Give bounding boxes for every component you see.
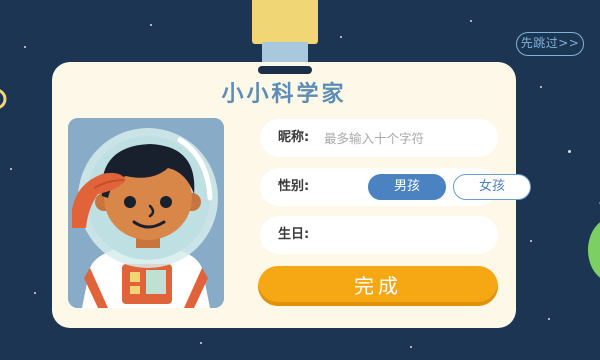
star [540, 86, 542, 88]
birthday-label: 生日: [278, 227, 310, 242]
star [10, 168, 12, 170]
green-planet-decoration-icon [588, 202, 600, 278]
birthday-field[interactable]: 生日: [260, 216, 498, 254]
astronaut-illustration-icon [68, 118, 224, 308]
star [150, 24, 152, 26]
star [340, 36, 342, 38]
profile-setup-screen: 先跳过>> 小小科学家 昵称: 最多输入十个字符 性别: 男孩 女孩 生日: 完… [0, 0, 600, 360]
star [530, 240, 532, 242]
nickname-input[interactable] [324, 127, 488, 149]
star [34, 292, 36, 294]
gender-option-girl[interactable]: 女孩 [453, 174, 531, 200]
card-title: 小小科学家 [221, 82, 347, 107]
lanyard-strap [252, 0, 318, 44]
nickname-label: 昵称: [278, 130, 310, 145]
gender-label: 性别: [278, 179, 310, 194]
astronaut-avatar [68, 118, 224, 308]
star [548, 318, 550, 320]
star [24, 46, 26, 48]
skip-button[interactable]: 先跳过>> [516, 32, 584, 56]
star [200, 342, 202, 344]
gender-field: 性别: 男孩 女孩 [260, 168, 531, 206]
star [470, 20, 472, 22]
gender-option-boy[interactable]: 男孩 [368, 174, 446, 200]
badge-slot [258, 66, 312, 74]
id-card: 小小科学家 昵称: 最多输入十个字符 性别: 男孩 女孩 生日: 完成 [52, 62, 531, 328]
star [410, 346, 412, 348]
planet-decoration-icon [0, 89, 7, 109]
nickname-field: 昵称: [260, 119, 498, 157]
star [568, 150, 571, 153]
done-button[interactable]: 完成 [258, 266, 498, 306]
